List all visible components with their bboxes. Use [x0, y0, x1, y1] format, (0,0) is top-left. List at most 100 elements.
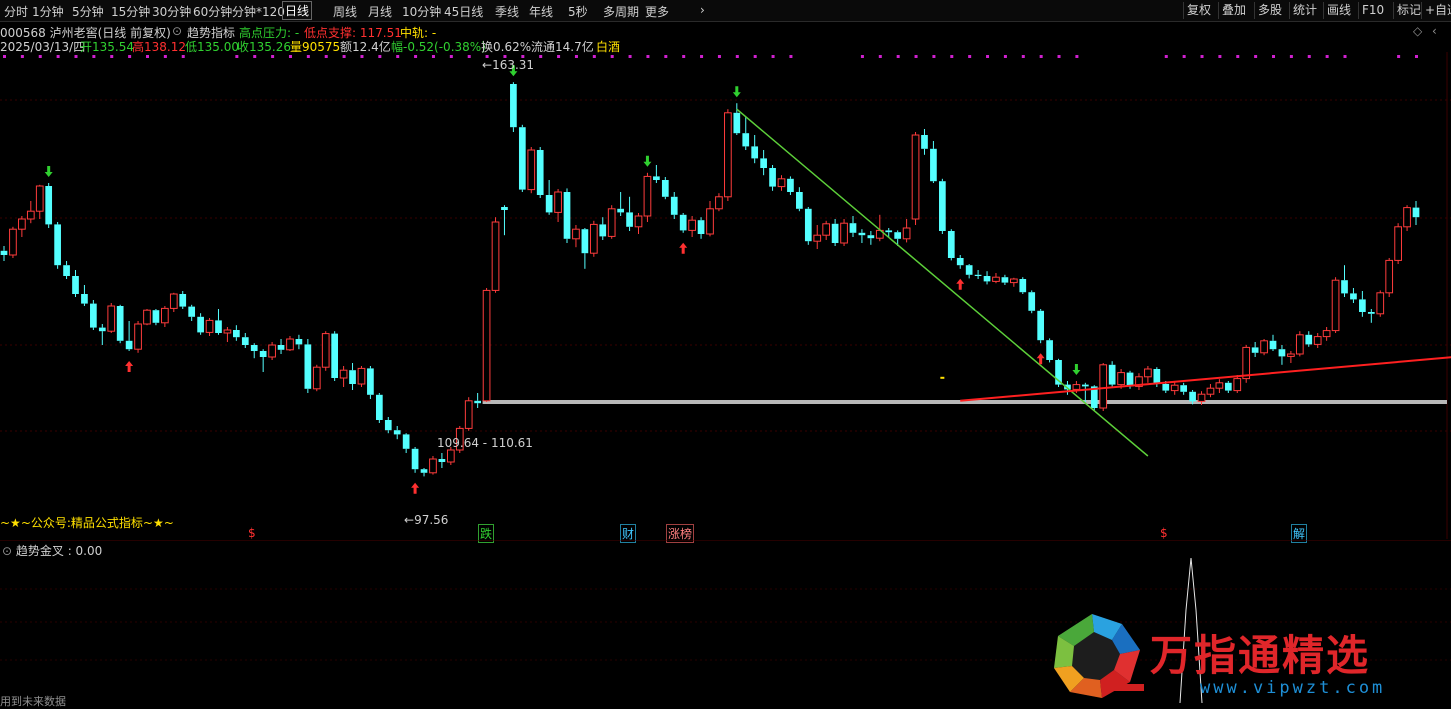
- candle: [956, 255, 964, 269]
- candle-body: [1385, 259, 1394, 294]
- toolbar-button-4[interactable]: 画线: [1323, 2, 1354, 19]
- candle: [679, 213, 687, 233]
- tab-period-15[interactable]: 多周期: [603, 3, 639, 20]
- chevron-left-icon[interactable]: ‹: [1432, 24, 1437, 38]
- candle: [751, 135, 759, 164]
- tab-period-9[interactable]: 月线: [368, 3, 392, 20]
- signal-dot: [74, 55, 78, 58]
- candle-body: [956, 258, 964, 266]
- toolbar-button-5[interactable]: F10: [1358, 2, 1387, 19]
- candle: [1206, 384, 1215, 398]
- candle-body: [1260, 340, 1268, 354]
- indicator-toggle-icon[interactable]: ⊙: [172, 24, 182, 38]
- tab-period-6[interactable]: 分钟*120: [232, 3, 285, 20]
- indicator-name[interactable]: 趋势指标: [187, 24, 235, 40]
- sell-arrow-icon: [1072, 364, 1081, 375]
- tab-period-0[interactable]: 分时: [4, 3, 28, 20]
- candle-body: [295, 339, 303, 345]
- toolbar-button-7[interactable]: +自选: [1421, 2, 1451, 19]
- candle-body: [733, 112, 741, 134]
- candle-body: [233, 330, 240, 338]
- signal-dot: [968, 55, 972, 58]
- more-chevron-icon[interactable]: ›: [700, 3, 705, 17]
- change-value: 幅-0.52(-0.38%): [391, 40, 486, 54]
- signal-dot: [431, 55, 435, 58]
- tab-period-13[interactable]: 年线: [529, 3, 553, 20]
- tab-period-2[interactable]: 5分钟: [72, 3, 104, 20]
- candle: [277, 339, 285, 354]
- signal-dot: [20, 55, 24, 58]
- candle-body: [715, 196, 723, 210]
- tab-period-10[interactable]: 10分钟: [402, 3, 441, 20]
- candle: [1081, 382, 1089, 402]
- candle-body: [116, 306, 124, 341]
- candle-body: [81, 294, 88, 304]
- candle: [849, 216, 857, 237]
- candle-body: [1412, 207, 1420, 218]
- sub-indicator-label[interactable]: ⊙ 趋势金叉 : 0.00: [2, 542, 102, 559]
- tab-period-1[interactable]: 1分钟: [32, 3, 64, 20]
- candle: [411, 447, 419, 473]
- watermark-url: www.vipwzt.com: [1200, 678, 1386, 698]
- candle-body: [0, 250, 8, 255]
- sector-value[interactable]: 白酒: [596, 38, 620, 54]
- candle-body: [63, 265, 70, 276]
- indicator-toggle-icon[interactable]: ⊙: [2, 544, 16, 558]
- tab-period-16[interactable]: 更多: [645, 3, 669, 20]
- candle-body: [921, 135, 928, 149]
- candle: [813, 225, 822, 249]
- event-marker-5[interactable]: $: [1160, 526, 1168, 540]
- signal-dot: [574, 55, 578, 58]
- candle-body: [501, 207, 508, 210]
- stock-code-name: 000568 泸州老窖(日线 前复权): [0, 26, 171, 40]
- toolbar-button-6[interactable]: 标记: [1393, 2, 1424, 19]
- signal-dot: [1343, 55, 1347, 58]
- float-cap-value: 流通14.7亿: [531, 40, 594, 54]
- candle-body: [1117, 372, 1125, 386]
- arrow-left-icon: ←: [404, 513, 415, 527]
- candle-body: [777, 178, 786, 188]
- tab-period-11[interactable]: 45日线: [444, 3, 483, 20]
- signal-dot: [1254, 55, 1258, 58]
- candle-body: [1359, 299, 1366, 312]
- event-marker-1[interactable]: $: [248, 526, 256, 540]
- toolbar-button-0[interactable]: 复权: [1183, 2, 1214, 19]
- candle-body: [98, 327, 106, 332]
- tab-period-12[interactable]: 季线: [495, 3, 519, 20]
- diamond-icon[interactable]: ◇: [1413, 24, 1422, 38]
- candle: [554, 189, 562, 222]
- candle-body: [1108, 364, 1116, 385]
- signal-dot: [1289, 55, 1293, 58]
- toolbar-button-2[interactable]: 多股: [1254, 2, 1285, 19]
- candle: [643, 172, 652, 222]
- candle-body: [1350, 293, 1357, 300]
- candle-body: [599, 224, 607, 237]
- candle: [241, 333, 249, 348]
- open-price: 开135.54: [80, 40, 134, 54]
- candle: [858, 229, 866, 243]
- candle-body: [125, 340, 133, 350]
- signal-dot: [950, 55, 954, 58]
- tab-period-7[interactable]: 日线: [281, 1, 313, 20]
- candle: [1233, 375, 1242, 393]
- candle: [233, 325, 240, 341]
- candle-body: [402, 434, 410, 449]
- candle-body: [143, 309, 151, 325]
- candle: [286, 336, 294, 351]
- candle: [295, 334, 303, 350]
- signal-dot: [735, 55, 739, 58]
- candle: [1313, 333, 1322, 348]
- tab-period-5[interactable]: 60分钟: [193, 3, 232, 20]
- candle: [715, 193, 723, 212]
- high-pressure-label: 高点压力: -: [239, 26, 300, 40]
- candle: [259, 349, 267, 372]
- tab-period-3[interactable]: 15分钟: [111, 3, 150, 20]
- candle: [983, 271, 991, 285]
- signal-dot: [664, 55, 668, 58]
- tab-period-8[interactable]: 周线: [333, 3, 357, 20]
- toolbar-button-1[interactable]: 叠加: [1218, 2, 1249, 19]
- kline-chart[interactable]: [0, 52, 1451, 539]
- tab-period-4[interactable]: 30分钟: [152, 3, 191, 20]
- tab-period-14[interactable]: 5秒: [568, 3, 588, 20]
- toolbar-button-3[interactable]: 统计: [1289, 2, 1320, 19]
